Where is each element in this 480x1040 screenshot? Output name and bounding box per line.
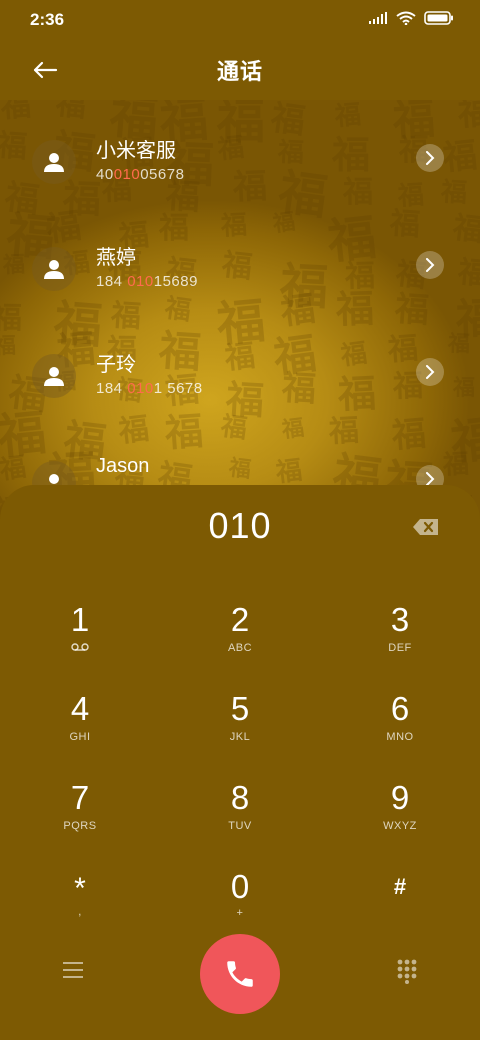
key-letters: ABC: [227, 642, 253, 654]
number-suffix: 05678: [140, 166, 185, 183]
dialpad-icon: [397, 959, 417, 984]
key-digit: 3: [390, 601, 410, 638]
key-digit: 7: [70, 779, 90, 816]
contact-name: 小米客服: [96, 140, 176, 162]
contact-name: 燕婷: [96, 247, 136, 269]
key-3[interactable]: 3 DEF: [330, 595, 470, 675]
person-icon: [44, 367, 64, 386]
contact-name: Jason: [96, 455, 150, 477]
header: 通话: [0, 40, 480, 100]
avatar: [32, 354, 76, 398]
contact-detail-button[interactable]: [416, 144, 444, 172]
key-letters: JKL: [229, 731, 251, 743]
number-suffix: 15689: [153, 273, 198, 290]
key-digit: 2: [230, 601, 250, 638]
signal-icon: [368, 10, 388, 30]
number-match: 010: [127, 273, 154, 290]
number-prefix: 184: [96, 273, 128, 290]
number-match: 010: [127, 380, 154, 397]
number-prefix: 184: [96, 380, 128, 397]
chevron-right-icon: [426, 472, 435, 486]
dialer-panel: 010 1 2 ABC 3 DEF 4 GHI 5 JKL 6 MNO 7 PQ…: [0, 485, 480, 1040]
contact-number: 184 01015689: [96, 273, 198, 290]
key-5[interactable]: 5 JKL: [170, 684, 310, 764]
key-4[interactable]: 4 GHI: [10, 684, 150, 764]
chevron-right-icon: [426, 365, 435, 379]
contact-row[interactable]: 子玲 184 0101 5678: [0, 344, 480, 424]
contact-list: 小米客服 4001005678 燕婷 184 01015689 子玲 184 0…: [0, 100, 480, 505]
key-letters: DEF: [388, 642, 412, 654]
dial-input-display[interactable]: 010: [0, 505, 480, 555]
dialer-bottom-bar: [0, 930, 480, 1020]
wifi-icon: [396, 10, 416, 30]
number-prefix: 40: [96, 166, 114, 183]
key-digit: 0: [230, 868, 250, 905]
status-icons: [368, 10, 454, 30]
contact-name: 子玲: [96, 354, 136, 376]
number-match: 010: [113, 166, 141, 183]
chevron-right-icon: [426, 151, 435, 165]
key-letters: MNO: [386, 731, 414, 743]
number-suffix: 1 5678: [153, 380, 203, 397]
key-letters: TUV: [228, 820, 252, 832]
person-icon: [44, 153, 64, 172]
keypad-toggle-button[interactable]: [396, 958, 418, 984]
key-9[interactable]: 9 WXYZ: [330, 773, 470, 853]
contact-row[interactable]: 小米客服 4001005678: [0, 130, 480, 210]
key-letters: ,: [78, 906, 82, 918]
backspace-icon: [413, 519, 438, 535]
key-letters: PQRS: [63, 820, 97, 832]
contact-row[interactable]: 燕婷 184 01015689: [0, 237, 480, 317]
back-button[interactable]: [28, 56, 62, 84]
key-digit: 6: [390, 690, 410, 727]
key-digit: 9: [390, 779, 410, 816]
avatar: [32, 140, 76, 184]
status-bar: 2:36: [0, 0, 480, 40]
key-letters: WXYZ: [383, 820, 417, 832]
call-button[interactable]: [200, 934, 280, 1014]
voicemail-icon: [71, 642, 89, 654]
contact-number: 184 0101 5678: [96, 380, 203, 397]
key-letters: +: [236, 907, 244, 919]
contact-detail-button[interactable]: [416, 251, 444, 279]
key-letters: GHI: [69, 731, 91, 743]
key-2[interactable]: 2 ABC: [170, 595, 310, 675]
key-digit: 1: [70, 601, 90, 638]
person-icon: [44, 260, 64, 279]
page-title: 通话: [216, 59, 263, 84]
key-digit: 5: [230, 690, 250, 727]
backspace-button[interactable]: [412, 517, 442, 539]
key-1[interactable]: 1: [10, 595, 150, 675]
menu-icon: [63, 962, 83, 978]
key-6[interactable]: 6 MNO: [330, 684, 470, 764]
avatar: [32, 247, 76, 291]
key-digit: 8: [230, 779, 250, 816]
contact-detail-button[interactable]: [416, 358, 444, 386]
key-7[interactable]: 7 PQRS: [10, 773, 150, 853]
key-digit: 4: [70, 690, 90, 727]
key-8[interactable]: 8 TUV: [170, 773, 310, 853]
key-digit: #: [393, 874, 407, 899]
key-digit: *: [74, 872, 86, 905]
chevron-right-icon: [426, 258, 435, 272]
battery-icon: [424, 10, 454, 30]
status-time: 2:36: [30, 10, 65, 29]
contact-number: 4001005678: [96, 166, 184, 183]
menu-button[interactable]: [62, 960, 84, 980]
phone-icon: [227, 961, 253, 987]
back-arrow-icon: [33, 61, 58, 79]
